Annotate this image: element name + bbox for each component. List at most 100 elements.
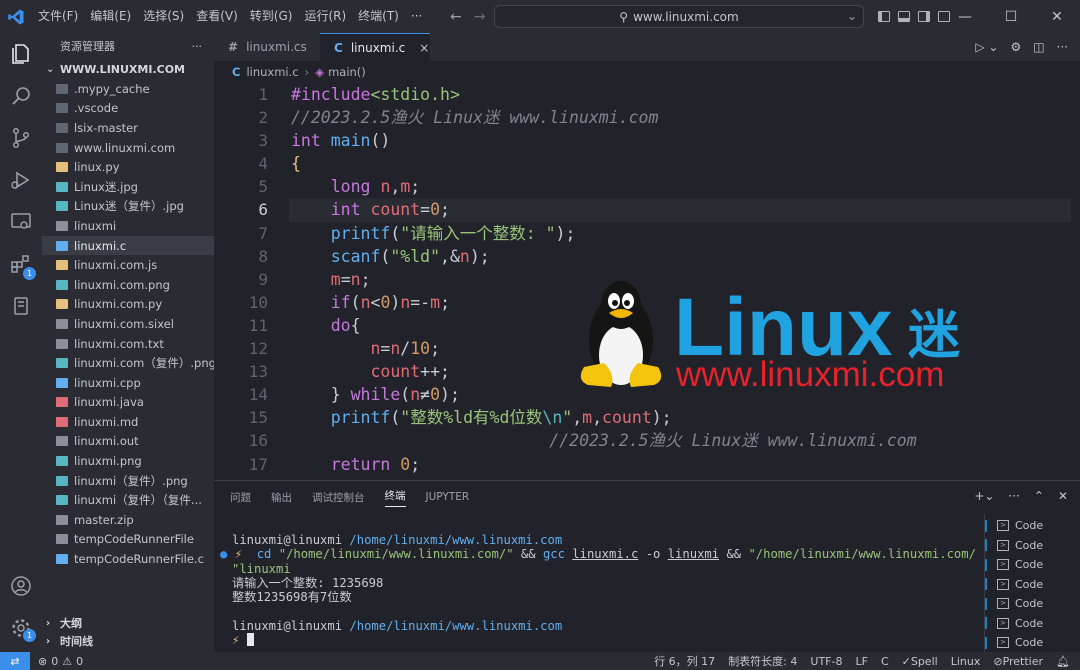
command-center[interactable]: ⚲ www.linuxmi.com ⌄ xyxy=(494,5,864,28)
spell-status[interactable]: ✓Spell xyxy=(902,655,938,668)
terminal-instance[interactable]: > Code xyxy=(985,594,1080,614)
outline-section[interactable]: › 大纲 xyxy=(42,613,214,633)
file-item[interactable]: linuxmi.java xyxy=(42,393,214,413)
tab-linuxmi-c[interactable]: C linuxmi.c × xyxy=(320,33,430,61)
terminal-instance[interactable]: > Code xyxy=(985,575,1080,595)
menu-selection[interactable]: 选择(S) xyxy=(137,0,190,33)
file-item[interactable]: linuxmi.cpp xyxy=(42,373,214,393)
remote-indicator-icon[interactable]: ⇄ xyxy=(0,652,30,670)
forward-arrow-icon[interactable]: → xyxy=(474,9,486,25)
file-item[interactable]: .mypy_cache xyxy=(42,79,214,99)
timeline-section[interactable]: › 时间线 xyxy=(42,631,214,651)
file-item[interactable]: tempCodeRunnerFile.c xyxy=(42,549,214,569)
file-item[interactable]: tempCodeRunnerFile xyxy=(42,530,214,550)
terminal-instance[interactable]: > Code xyxy=(985,633,1080,653)
file-item[interactable]: linuxmi.md xyxy=(42,412,214,432)
more-actions-icon[interactable]: ··· xyxy=(192,40,203,53)
terminal-instance-label: Code xyxy=(1015,597,1044,611)
source-control-icon[interactable] xyxy=(0,117,42,159)
file-item[interactable]: linuxmi（复件）（复件... xyxy=(42,490,214,510)
file-item[interactable]: linuxmi.com.txt xyxy=(42,334,214,354)
more-actions-icon[interactable]: ··· xyxy=(1008,489,1019,503)
menu-view[interactable]: 查看(V) xyxy=(190,0,244,33)
file-item[interactable]: linuxmi.com.png xyxy=(42,275,214,295)
tab-jupyter[interactable]: JUPYTER xyxy=(426,491,470,503)
toggle-panel-icon[interactable] xyxy=(898,11,910,22)
menu-file[interactable]: 文件(F) xyxy=(32,0,84,33)
file-item[interactable]: linux.py xyxy=(42,157,214,177)
file-item[interactable]: linuxmi.com.js xyxy=(42,255,214,275)
language-mode[interactable]: C xyxy=(881,655,889,668)
file-item[interactable]: Linux迷.jpg xyxy=(42,177,214,197)
terminal-marker xyxy=(985,617,993,630)
toggle-sidebar-icon[interactable] xyxy=(878,11,890,22)
line-number-gutter: 1 2 3 4 5 6 7 8 9 10 11 12 13 14 15 16 17 xyxy=(214,83,284,476)
tab-problems[interactable]: 问题 xyxy=(230,490,251,505)
remote-explorer-icon[interactable] xyxy=(0,201,42,243)
file-item[interactable]: linuxmi.c xyxy=(42,235,214,256)
encoding[interactable]: UTF-8 xyxy=(810,655,842,668)
extensions-icon[interactable]: 1 xyxy=(0,243,42,285)
breadcrumb-symbol[interactable]: main() xyxy=(328,65,366,79)
code-line: printf("整数%ld有%d位数\n",m,count); xyxy=(330,408,672,428)
search-activity-icon[interactable] xyxy=(0,75,42,117)
terminal-output[interactable]: linuxmi@linuxmi /home/linuxmi/www.linuxm… xyxy=(220,533,976,647)
toggle-secondary-sidebar-icon[interactable] xyxy=(918,11,930,22)
menu-edit[interactable]: 编辑(E) xyxy=(84,0,137,33)
explorer-icon[interactable] xyxy=(0,33,42,75)
more-actions-icon[interactable]: ··· xyxy=(1057,40,1068,54)
menu-go[interactable]: 转到(G) xyxy=(244,0,299,33)
close-tab-icon[interactable]: × xyxy=(419,41,429,55)
gear-icon[interactable]: ⚙ xyxy=(1010,40,1021,54)
end-of-line[interactable]: LF xyxy=(855,655,867,668)
terminal-instance[interactable]: > Code xyxy=(985,614,1080,634)
file-item[interactable]: linuxmi xyxy=(42,216,214,236)
bell-icon[interactable]: 🔔︎ xyxy=(1056,655,1070,668)
terminal-instance[interactable]: > Code xyxy=(985,516,1080,536)
file-item[interactable]: linuxmi.png xyxy=(42,451,214,471)
close-panel-icon[interactable]: ✕ xyxy=(1058,489,1068,503)
menu-more[interactable]: ··· xyxy=(405,0,428,33)
explorer-sidebar: 资源管理器 ··· ⌄ WWW.LINUXMI.COM .mypy_cache.… xyxy=(42,33,214,652)
os-status[interactable]: Linux xyxy=(951,655,981,668)
menu-terminal[interactable]: 终端(T) xyxy=(352,0,405,33)
prettier-status[interactable]: ⊘Prettier xyxy=(993,655,1043,668)
file-item[interactable]: linuxmi.out xyxy=(42,432,214,452)
new-terminal-icon[interactable]: +⌄ xyxy=(974,489,994,503)
run-code-icon[interactable]: ▷ ⌄ xyxy=(975,40,998,54)
terminal-instance[interactable]: > Code xyxy=(985,555,1080,575)
file-item[interactable]: linuxmi.com.sixel xyxy=(42,314,214,334)
minimize-icon[interactable]: — xyxy=(942,0,988,33)
file-item[interactable]: www.linuxmi.com xyxy=(42,138,214,158)
run-debug-icon[interactable] xyxy=(0,159,42,201)
file-tree: .mypy_cache .vscode lsix-master www.linuxmi… xyxy=(42,79,214,569)
cursor-position[interactable]: 行 6，列 17 xyxy=(654,653,715,669)
file-type-icon xyxy=(56,103,68,114)
chevron-down-icon[interactable]: ⌄ xyxy=(847,9,857,23)
testing-icon[interactable] xyxy=(0,285,42,327)
menu-run[interactable]: 运行(R) xyxy=(298,0,352,33)
tab-debug-console[interactable]: 调试控制台 xyxy=(312,490,365,505)
problems-status[interactable]: ⊗ 0 ⚠ 0 xyxy=(38,655,83,668)
split-editor-icon[interactable]: ◫ xyxy=(1033,40,1044,54)
file-item[interactable]: master.zip xyxy=(42,510,214,530)
file-item[interactable]: Linux迷（复件）.jpg xyxy=(42,197,214,217)
tab-linuxmi-cs[interactable]: # linuxmi.cs xyxy=(214,33,320,61)
settings-gear-icon[interactable]: 1 xyxy=(0,607,42,649)
file-item[interactable]: linuxmi.com（复件）.png xyxy=(42,353,214,373)
maximize-icon[interactable]: ☐ xyxy=(988,0,1034,33)
file-item[interactable]: linuxmi（复件）.png xyxy=(42,471,214,491)
account-icon[interactable] xyxy=(0,565,42,607)
file-item[interactable]: .vscode xyxy=(42,99,214,119)
terminal-instance[interactable]: > Code xyxy=(985,536,1080,556)
maximize-panel-icon[interactable]: ⌃ xyxy=(1034,489,1044,503)
breadcrumb-file[interactable]: linuxmi.c xyxy=(246,65,298,79)
file-item[interactable]: lsix-master xyxy=(42,118,214,138)
tab-output[interactable]: 输出 xyxy=(271,490,292,505)
tab-size[interactable]: 制表符长度: 4 xyxy=(728,653,797,669)
close-window-icon[interactable]: ✕ xyxy=(1034,0,1080,33)
file-item[interactable]: linuxmi.com.py xyxy=(42,295,214,315)
tab-terminal[interactable]: 终端 xyxy=(384,488,406,507)
back-arrow-icon[interactable]: ← xyxy=(450,9,462,25)
workspace-folder[interactable]: ⌄ WWW.LINUXMI.COM xyxy=(42,59,214,79)
